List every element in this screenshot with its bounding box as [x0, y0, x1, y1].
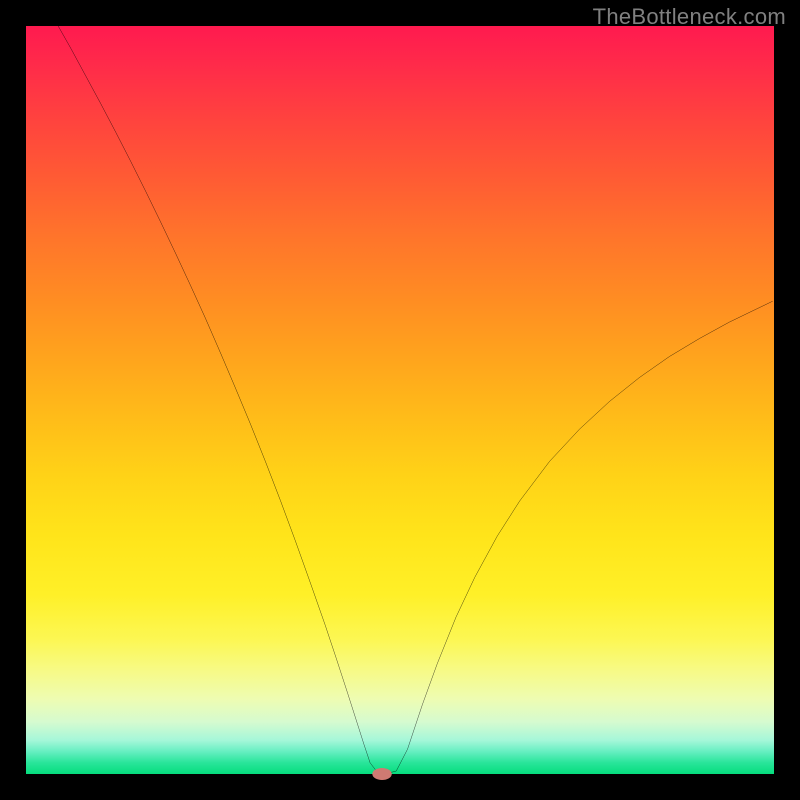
bottleneck-curve-svg [26, 26, 774, 774]
chart-plot-area [26, 26, 774, 774]
optimum-marker [372, 768, 391, 780]
bottleneck-curve-path [58, 26, 772, 774]
